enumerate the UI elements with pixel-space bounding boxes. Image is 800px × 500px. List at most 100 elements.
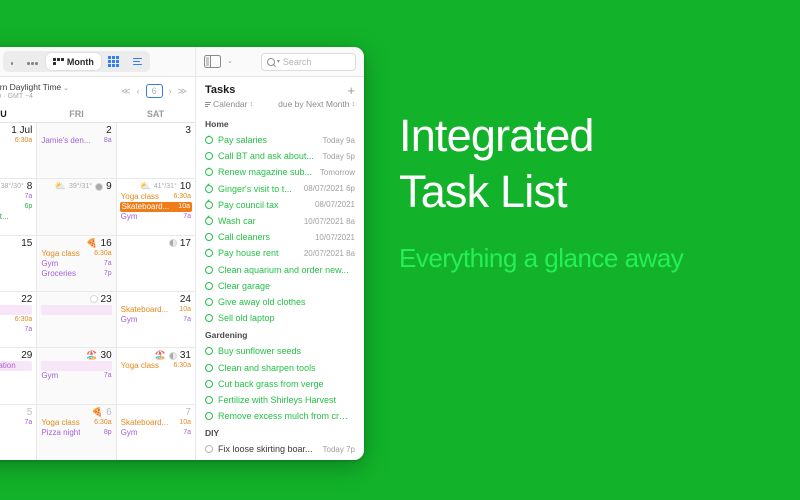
calendar-day-cell[interactable]: 2 Jamie's den... 8a bbox=[37, 123, 117, 179]
calendar-day-cell[interactable]: 24 Skateboard... 10a Gym 7a bbox=[117, 292, 195, 347]
calendar-event[interactable]: Yoga class 6:30a bbox=[41, 249, 111, 259]
repeat-checkbox-icon[interactable] bbox=[205, 168, 213, 177]
calendar-event[interactable]: Pizza night 8p bbox=[41, 428, 111, 438]
due-filter-selector[interactable]: due by Next Month ↕ bbox=[278, 99, 355, 109]
checkbox-icon[interactable] bbox=[205, 379, 213, 388]
calendar-day-cell[interactable]: 3 bbox=[117, 123, 195, 178]
view-year-button[interactable] bbox=[101, 53, 126, 70]
checkbox-icon[interactable] bbox=[205, 281, 213, 290]
repeat-checkbox-icon[interactable] bbox=[205, 217, 213, 226]
task-row[interactable]: Remove excess mulch from cro... bbox=[196, 408, 364, 424]
repeat-checkbox-icon[interactable] bbox=[205, 249, 213, 258]
calendar-event[interactable]: Yoga class 6:30a bbox=[121, 361, 191, 371]
task-row[interactable]: Wash car 10/07/2021 8a bbox=[196, 213, 364, 229]
tasks-list[interactable]: Home Pay salaries Today 9a Call BT and ask … bbox=[196, 115, 364, 460]
repeat-checkbox-icon[interactable] bbox=[205, 200, 213, 209]
today-button[interactable]: 6 bbox=[145, 84, 163, 98]
calendar-event[interactable]: Yoga class 6:30a bbox=[121, 192, 191, 202]
calendar-day-cell[interactable]: 7 Skateboard... 10a Gym 7a bbox=[117, 405, 195, 460]
calendar-event[interactable]: ay council t... bbox=[0, 212, 32, 222]
calendar-day-cell[interactable]: ⛅ 39°/31° 9 bbox=[37, 179, 117, 235]
calendar-day-cell[interactable]: 22 a class6:30an7a bbox=[0, 291, 38, 348]
calendar-day-cell[interactable]: 🏖️ 31 Yoga class 6:30a bbox=[117, 348, 195, 403]
task-row[interactable]: Call BT and ask about... Today 5p bbox=[196, 148, 364, 164]
multi-day-event-band[interactable] bbox=[41, 361, 112, 372]
calendar-day-cell[interactable]: 1 Jula class6:30a bbox=[0, 123, 38, 179]
calendar-day-cell[interactable]: 15 bbox=[0, 235, 38, 291]
calendar-event[interactable]: Gym 7a bbox=[121, 212, 191, 222]
checkbox-icon[interactable] bbox=[205, 363, 213, 372]
search-input[interactable]: ▾ Search bbox=[260, 52, 356, 71]
calendar-event[interactable]: a class6:30a bbox=[0, 136, 33, 146]
checkbox-icon[interactable] bbox=[205, 152, 213, 161]
calendar-event[interactable]: Gym 7a bbox=[41, 371, 111, 381]
calendar-event[interactable]: n7a bbox=[0, 418, 33, 428]
task-row[interactable]: Cut back grass from verge bbox=[196, 376, 364, 392]
task-row[interactable]: Pay house rent 20/07/2021 8a bbox=[196, 245, 364, 261]
group-by-selector[interactable]: Calendar ↕ bbox=[205, 99, 253, 109]
checkbox-icon[interactable] bbox=[205, 233, 213, 242]
multi-day-event-band[interactable] bbox=[0, 304, 33, 315]
task-row[interactable]: Fertilize with Shirleys Harvest bbox=[196, 392, 364, 408]
calendar-event[interactable]: Gym 7a bbox=[121, 428, 191, 438]
calendar-event[interactable]: inger's v...6p bbox=[0, 202, 33, 212]
task-row[interactable]: Sell old laptop bbox=[196, 310, 364, 326]
view-list-button[interactable] bbox=[126, 53, 149, 70]
task-row[interactable]: Clean and sharpen tools bbox=[196, 359, 364, 375]
task-row[interactable]: Pay salaries Today 9a bbox=[196, 132, 364, 148]
chevron-updown-icon[interactable]: ↕ bbox=[250, 101, 254, 108]
calendar-event[interactable]: Groceries 7p bbox=[41, 269, 111, 279]
next-year-button[interactable]: ≫ bbox=[178, 86, 187, 97]
task-row[interactable]: Call cleaners 10/07/2021 bbox=[196, 229, 364, 245]
calendar-event[interactable]: a class6:30a bbox=[0, 315, 33, 325]
chevron-down-icon[interactable]: ⌄ bbox=[227, 58, 233, 65]
calendar-day-cell[interactable]: 23 bbox=[37, 291, 117, 348]
task-row[interactable]: Fix loose skirting boar... Today 7p bbox=[196, 441, 364, 457]
sidebar-toggle-icon[interactable] bbox=[204, 55, 221, 68]
timezone-block[interactable]: Eastern Daylight Time⌄ Toronto · GMT −4 bbox=[0, 82, 121, 100]
calendar-event[interactable]: Skateboard... 10a bbox=[121, 305, 191, 315]
prev-year-button[interactable]: ≪ bbox=[121, 86, 130, 97]
calendar-event[interactable]: Gym 7a bbox=[121, 315, 191, 325]
multi-day-event-band[interactable]: amily vacation bbox=[0, 361, 33, 372]
next-month-button[interactable]: › bbox=[169, 86, 172, 96]
view-segmented-control[interactable]: Month bbox=[2, 51, 151, 72]
task-row[interactable]: Buy sunflower seeds bbox=[196, 343, 364, 359]
task-row[interactable]: Renew magazine sub... Tomorrow bbox=[196, 164, 364, 180]
calendar-day-cell[interactable]: ⛅ 41°/31° 10 Yoga class 6:30a Skateboard... 10… bbox=[117, 179, 195, 234]
view-month-button[interactable]: Month bbox=[46, 53, 101, 70]
calendar-day-cell[interactable]: 🍕 6 Yoga class 6:30a Pizza night 8p bbox=[37, 404, 117, 460]
checkbox-icon[interactable] bbox=[205, 347, 213, 356]
chevron-down-icon[interactable]: ▾ bbox=[277, 58, 280, 65]
task-row[interactable]: Clean aquarium and order new... bbox=[196, 262, 364, 278]
calendar-day-cell[interactable]: 5n7a bbox=[0, 404, 38, 460]
calendar-event[interactable]: n7a bbox=[0, 192, 33, 202]
calendar-event[interactable]: Skateboard... 10a bbox=[119, 202, 192, 213]
chevron-updown-icon[interactable]: ↕ bbox=[352, 101, 356, 108]
prev-month-button[interactable]: ‹ bbox=[137, 86, 140, 96]
multi-day-event-band[interactable] bbox=[41, 304, 112, 315]
repeat-checkbox-icon[interactable] bbox=[205, 136, 213, 145]
calendar-event[interactable]: n7a bbox=[0, 325, 33, 335]
calendar-event[interactable]: Skateboard... 10a bbox=[121, 418, 191, 428]
calendar-event[interactable]: Yoga class 6:30a bbox=[41, 418, 111, 428]
checkbox-icon[interactable] bbox=[205, 445, 213, 454]
calendar-day-cell[interactable]: 17 bbox=[117, 236, 195, 291]
calendar-event[interactable]: Jamie's den... 8a bbox=[41, 136, 111, 146]
add-task-button[interactable]: + bbox=[347, 84, 355, 97]
checkbox-icon[interactable] bbox=[205, 297, 213, 306]
task-row[interactable]: Pay council tax 08/07/2021 bbox=[196, 197, 364, 213]
task-row[interactable]: Give away old clothes bbox=[196, 294, 364, 310]
calendar-day-cell[interactable]: 29amily vacation bbox=[0, 348, 38, 404]
checkbox-icon[interactable] bbox=[205, 395, 213, 404]
chevron-down-icon[interactable]: ⌄ bbox=[63, 85, 69, 92]
calendar-day-cell[interactable]: 🏖️ 30 Gym 7a bbox=[37, 348, 117, 404]
view-day-button[interactable] bbox=[4, 53, 21, 70]
checkbox-icon[interactable] bbox=[205, 314, 213, 323]
repeat-checkbox-icon[interactable] bbox=[205, 184, 213, 193]
checkbox-icon[interactable] bbox=[205, 412, 213, 421]
checkbox-icon[interactable] bbox=[205, 265, 213, 274]
calendar-day-cell[interactable]: 🍕 16 Yoga class 6:30a Gym 7a Groceries 7p bbox=[37, 235, 117, 291]
calendar-day-cell[interactable]: 38°/30°8n7ainger's v...6pay council t... bbox=[0, 179, 38, 235]
view-week-button[interactable] bbox=[20, 53, 46, 70]
